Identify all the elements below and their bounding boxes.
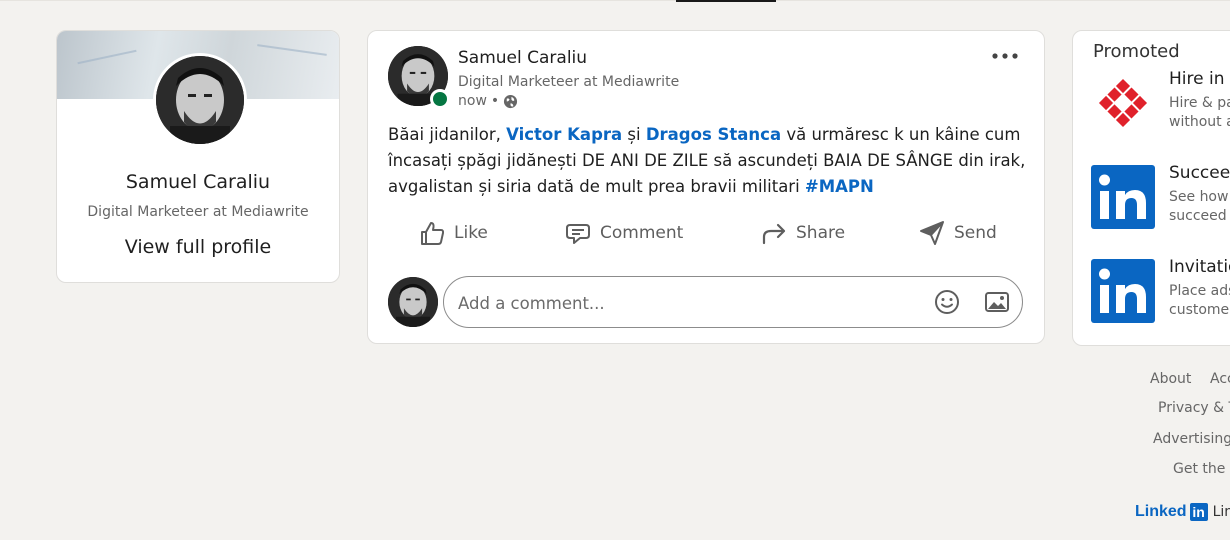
comment-icon <box>566 224 590 244</box>
post-timestamp: now <box>458 93 487 109</box>
footer-link-get-app[interactable]: Get the L <box>1173 461 1230 477</box>
promoted-item-title: Invitatio <box>1169 257 1230 277</box>
post-author-headline: Digital Marketeer at Mediawrite <box>458 74 680 90</box>
like-button[interactable]: Like <box>418 211 488 255</box>
promoted-item-line: Place ads <box>1169 283 1230 299</box>
promoted-card: Promoted Hire in I Hire & pa without a S… <box>1072 30 1230 346</box>
comment-label: Comment <box>600 223 684 243</box>
footer-link-accessibility[interactable]: Acc <box>1210 371 1230 387</box>
footer-link-privacy[interactable]: Privacy & T <box>1158 400 1230 416</box>
promoted-item-line: customer <box>1169 302 1230 318</box>
profile-headline: Digital Marketeer at Mediawrite <box>87 204 309 220</box>
view-full-profile-link[interactable]: View full profile <box>57 236 339 258</box>
send-label: Send <box>954 223 997 243</box>
promoted-heading: Promoted <box>1093 41 1180 62</box>
share-arrow-icon <box>762 223 786 245</box>
thumbs-up-icon <box>421 222 445 245</box>
linkedin-in-icon: in <box>1189 503 1208 521</box>
post-text-part: și <box>622 125 646 144</box>
linkedin-footer-brand: Linked in Lin <box>1135 503 1230 521</box>
emoji-icon[interactable] <box>933 288 961 316</box>
image-icon[interactable] <box>983 288 1011 316</box>
promoted-item-line: without a <box>1169 114 1230 130</box>
linkedin-logo-icon <box>1091 259 1155 323</box>
profile-card: Samuel Caraliu Digital Marketeer at Medi… <box>56 30 340 283</box>
hashtag-link[interactable]: #MAPN <box>805 177 874 196</box>
nav-active-indicator <box>676 0 776 2</box>
promoted-item[interactable]: Invitatio Place ads customer <box>1073 257 1230 329</box>
promoted-item[interactable]: Hire in I Hire & pa without a <box>1073 69 1230 141</box>
send-button[interactable]: Send <box>918 211 997 255</box>
like-label: Like <box>454 223 488 243</box>
brand-wordmark: Linked <box>1135 503 1187 520</box>
mention-link[interactable]: Dragos Stanca <box>646 125 781 144</box>
feed-post: Samuel Caraliu Digital Marketeer at Medi… <box>367 30 1045 344</box>
send-paper-plane-icon <box>920 221 944 245</box>
post-actions: Like Comment Share Send <box>388 211 1024 255</box>
globe-icon <box>504 94 518 108</box>
post-text-part: Băai jidanilor, <box>388 125 507 144</box>
promoted-item[interactable]: Succeed See how w succeed w <box>1073 163 1230 235</box>
footer-link-about[interactable]: About <box>1150 371 1191 387</box>
red-diamond-logo-icon <box>1091 71 1155 135</box>
comment-button[interactable]: Comment <box>564 211 683 255</box>
promoted-item-line: Hire & pa <box>1169 95 1230 111</box>
brand-tail-text: Lin <box>1212 504 1230 520</box>
more-options-icon[interactable] <box>988 45 1022 67</box>
mention-link[interactable]: Victor Kapra <box>506 125 622 144</box>
footer-link-advertising[interactable]: Advertising <box>1153 431 1230 447</box>
profile-name[interactable]: Samuel Caraliu <box>57 171 339 193</box>
meta-separator: • <box>490 93 500 109</box>
profile-avatar[interactable] <box>153 53 247 147</box>
share-button[interactable]: Share <box>760 211 845 255</box>
promoted-item-title: Hire in I <box>1169 69 1230 89</box>
promoted-item-line: succeed w <box>1169 208 1230 224</box>
commenter-avatar <box>388 277 438 327</box>
comment-box <box>443 276 1023 328</box>
top-divider <box>0 0 1230 1</box>
promoted-item-line: See how w <box>1169 189 1230 205</box>
promoted-item-title: Succeed <box>1169 163 1230 183</box>
post-author-name[interactable]: Samuel Caraliu <box>458 48 587 68</box>
post-meta: now • <box>458 93 518 109</box>
post-text: Băai jidanilor, Victor Kapra și Dragos S… <box>388 122 1028 200</box>
linkedin-logo-icon <box>1091 165 1155 229</box>
share-label: Share <box>796 223 846 243</box>
online-status-indicator <box>430 89 450 109</box>
comment-input[interactable] <box>456 289 920 317</box>
